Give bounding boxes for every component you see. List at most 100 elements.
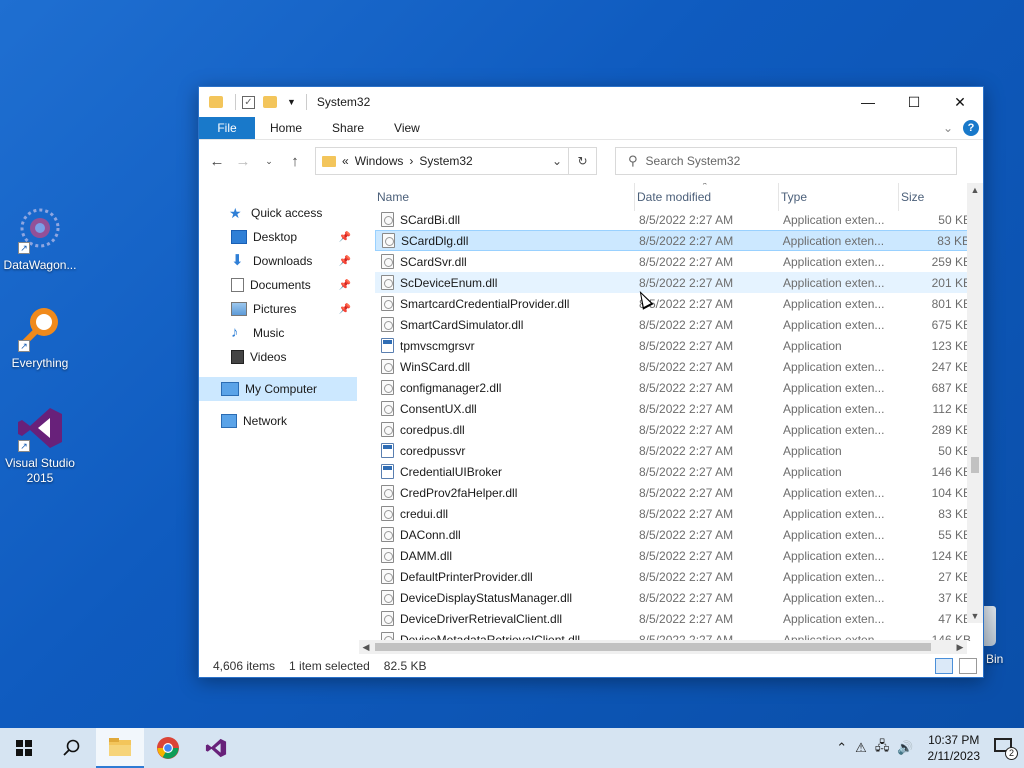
table-row[interactable]: DAMM.dll 8/5/2022 2:27 AM Application exte… <box>375 545 973 566</box>
file-name-cell: DAConn.dll <box>375 527 637 542</box>
address-field[interactable]: « Windows › System32 ⌄ ↻ <box>315 147 597 175</box>
breadcrumb-system32[interactable]: System32 <box>419 154 472 168</box>
taskbar-visual-studio[interactable] <box>192 728 240 768</box>
search-button[interactable] <box>48 728 96 768</box>
large-icons-view-icon[interactable] <box>959 658 977 674</box>
breadcrumb-overflow[interactable]: « <box>342 154 349 168</box>
table-row[interactable]: WinSCard.dll 8/5/2022 2:27 AM Application … <box>375 356 973 377</box>
network-icon[interactable]: 🖧 <box>875 737 890 759</box>
help-icon[interactable]: ? <box>963 120 979 136</box>
table-row[interactable]: SCardBi.dll 8/5/2022 2:27 AM Application e… <box>375 209 973 230</box>
dll-file-icon <box>381 317 394 332</box>
tab-file[interactable]: File <box>199 117 255 139</box>
up-button[interactable]: ↑ <box>285 153 305 170</box>
scroll-right-icon[interactable]: ▶ <box>953 642 967 653</box>
forward-button[interactable]: → <box>233 153 253 170</box>
scroll-thumb[interactable] <box>971 457 979 473</box>
back-button[interactable]: ← <box>207 153 227 170</box>
close-button[interactable]: ✕ <box>937 87 983 117</box>
nav-pictures[interactable]: Pictures 📌 <box>199 297 357 321</box>
details-view-icon[interactable] <box>935 658 953 674</box>
dll-file-icon <box>381 611 394 626</box>
table-row[interactable]: CredentialUIBroker 8/5/2022 2:27 AM Applic… <box>375 461 973 482</box>
folder-icon <box>209 96 223 108</box>
table-row[interactable]: coredpus.dll 8/5/2022 2:27 AM Application … <box>375 419 973 440</box>
desktop-icon-visual-studio[interactable]: ↗ Visual Studio 2015 <box>2 404 78 486</box>
pin-icon[interactable]: 📌 <box>339 256 351 267</box>
nav-network[interactable]: Network <box>199 409 357 433</box>
file-size: 146 KB <box>931 464 971 479</box>
nav-my-computer[interactable]: My Computer <box>199 377 357 401</box>
table-row[interactable]: coredpussvr 8/5/2022 2:27 AM Application 50… <box>375 440 973 461</box>
security-alert-icon[interactable]: ⚠ <box>855 740 867 756</box>
file-size: 123 KB <box>931 338 971 353</box>
nav-videos[interactable]: Videos <box>199 345 357 369</box>
table-row[interactable]: SmartCardSimulator.dll 8/5/2022 2:27 AM Ap… <box>375 314 973 335</box>
properties-icon[interactable]: ✓ <box>242 95 255 109</box>
clock[interactable]: 10:37 PM 2/11/2023 <box>928 732 981 764</box>
start-button[interactable] <box>0 728 48 768</box>
breadcrumb-windows[interactable]: Windows <box>355 154 404 168</box>
table-row[interactable]: credui.dll 8/5/2022 2:27 AM Application ex… <box>375 503 973 524</box>
scroll-down-icon[interactable]: ▼ <box>967 609 983 623</box>
tab-home[interactable]: Home <box>255 117 317 139</box>
table-row[interactable]: SCardSvr.dll 8/5/2022 2:27 AM Application … <box>375 251 973 272</box>
nav-label: Videos <box>250 350 287 364</box>
scroll-thumb[interactable] <box>375 643 931 651</box>
file-name: ConsentUX.dll <box>400 401 477 416</box>
maximize-button[interactable]: ☐ <box>891 87 937 117</box>
customize-toolbar-icon[interactable]: ▼ <box>287 97 296 107</box>
pin-icon[interactable]: 📌 <box>339 280 351 291</box>
horizontal-scrollbar[interactable]: ◀ ▶ <box>359 640 967 654</box>
file-date: 8/5/2022 2:27 AM <box>639 506 734 521</box>
pin-icon[interactable]: 📌 <box>339 304 351 315</box>
volume-icon[interactable]: 🔊 <box>897 740 913 756</box>
table-row[interactable]: ConsentUX.dll 8/5/2022 2:27 AM Application… <box>375 398 973 419</box>
table-row[interactable]: tpmvscmgrsvr 8/5/2022 2:27 AM Application 1… <box>375 335 973 356</box>
tab-view[interactable]: View <box>379 117 435 139</box>
table-row[interactable]: SmartcardCredentialProvider.dll 8/5/2022 … <box>375 293 973 314</box>
table-row[interactable]: configmanager2.dll 8/5/2022 2:27 AM Applic… <box>375 377 973 398</box>
search-input[interactable]: ⚲ Search System32 <box>615 147 957 175</box>
table-row[interactable]: DAConn.dll 8/5/2022 2:27 AM Application ex… <box>375 524 973 545</box>
table-row[interactable]: CredProv2faHelper.dll 8/5/2022 2:27 AM App… <box>375 482 973 503</box>
taskbar-file-explorer[interactable] <box>96 728 144 768</box>
desktop-icon-label: DataWagon... <box>3 258 77 272</box>
column-header-size[interactable]: Size <box>899 183 973 211</box>
title-bar[interactable]: ✓ ▼ System32 — ☐ ✕ <box>199 87 983 117</box>
show-hidden-icons-icon[interactable]: ⌃ <box>836 740 847 756</box>
table-row[interactable]: DeviceDriverRetrievalClient.dll 8/5/2022 … <box>375 608 973 629</box>
recent-locations-button[interactable]: ⌄ <box>259 156 279 167</box>
dll-file-icon <box>381 296 394 311</box>
nav-music[interactable]: ♪ Music <box>199 321 357 345</box>
scroll-up-icon[interactable]: ▲ <box>967 183 983 197</box>
table-row[interactable]: DeviceDisplayStatusManager.dll 8/5/2022 2… <box>375 587 973 608</box>
download-icon: ⬇ <box>231 252 244 269</box>
address-dropdown-icon[interactable]: ⌄ <box>546 154 568 168</box>
table-row[interactable]: SCardDlg.dll 8/5/2022 2:27 AM Application … <box>375 230 973 251</box>
minimize-button[interactable]: — <box>845 87 891 117</box>
application-icon <box>381 443 394 458</box>
star-icon: ★ <box>229 205 242 221</box>
taskbar-chrome[interactable] <box>144 728 192 768</box>
desktop-icon-datawagon[interactable]: ↗ DataWagon... <box>2 206 78 273</box>
column-header-name[interactable]: Name <box>375 183 635 211</box>
visual-studio-icon: ↗ <box>16 404 64 452</box>
new-folder-icon[interactable] <box>263 96 277 108</box>
refresh-button[interactable]: ↻ <box>568 148 596 174</box>
nav-desktop[interactable]: Desktop 📌 <box>199 225 357 249</box>
tab-share[interactable]: Share <box>317 117 379 139</box>
column-header-type[interactable]: Type <box>779 183 899 211</box>
nav-documents[interactable]: Documents 📌 <box>199 273 357 297</box>
file-size: 50 KB <box>938 443 971 458</box>
expand-ribbon-icon[interactable]: ⌄ <box>943 121 953 135</box>
nav-quick-access[interactable]: ★ Quick access <box>199 201 357 225</box>
notification-center-icon[interactable]: 2 <box>994 738 1018 760</box>
scroll-left-icon[interactable]: ◀ <box>359 642 373 653</box>
desktop-icon-everything[interactable]: ↗ Everything <box>2 304 78 371</box>
table-row[interactable]: ScDeviceEnum.dll 8/5/2022 2:27 AM Applicat… <box>375 272 973 293</box>
table-row[interactable]: DefaultPrinterProvider.dll 8/5/2022 2:27 … <box>375 566 973 587</box>
nav-downloads[interactable]: ⬇ Downloads 📌 <box>199 249 357 273</box>
vertical-scrollbar[interactable]: ▲ ▼ <box>967 183 983 623</box>
pin-icon[interactable]: 📌 <box>339 232 351 243</box>
